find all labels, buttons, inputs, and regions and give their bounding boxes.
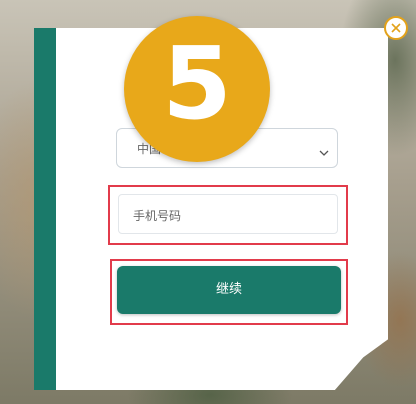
continue-button-highlight: 继续 — [110, 259, 348, 325]
phone-number-placeholder: 手机号码 — [133, 209, 182, 223]
step-number-badge: 5 — [124, 16, 270, 162]
close-button[interactable] — [384, 16, 408, 40]
phone-number-input[interactable]: 手机号码 — [118, 194, 338, 234]
dialog-accent-bar — [34, 28, 56, 390]
chevron-down-icon — [319, 143, 329, 156]
phone-field-highlight: 手机号码 — [108, 185, 348, 245]
close-icon — [391, 23, 401, 33]
continue-button[interactable]: 继续 — [117, 266, 341, 314]
step-number: 5 — [162, 25, 232, 142]
